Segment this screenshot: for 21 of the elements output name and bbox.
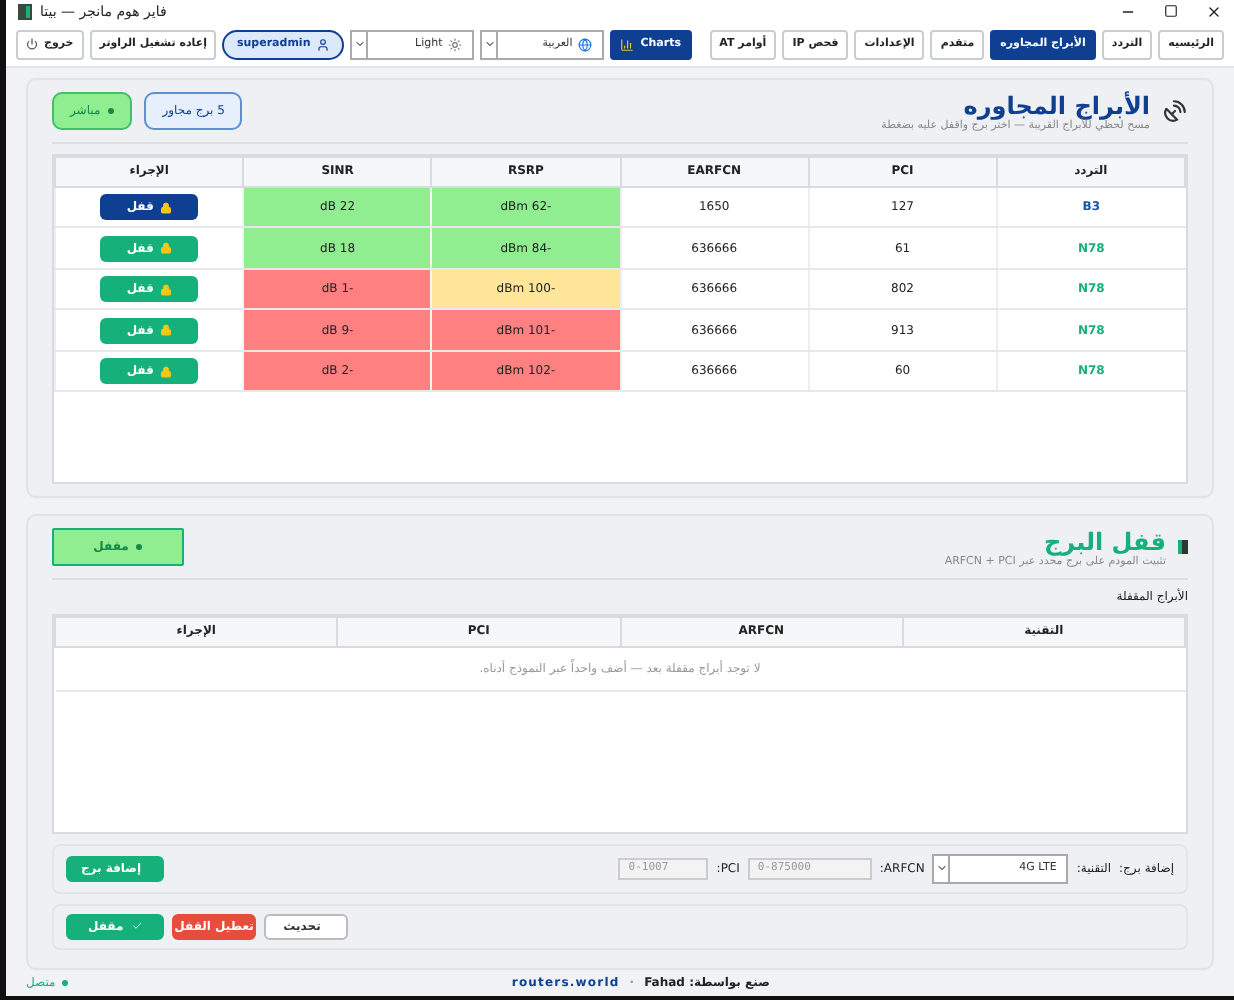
- globe-icon: [578, 37, 593, 52]
- user-icon: [316, 37, 331, 52]
- check-icon: [131, 920, 142, 933]
- caret-icon: [353, 38, 366, 51]
- panel-title: قفل البرج: [1041, 527, 1166, 556]
- lock-panel-icon: [1178, 540, 1188, 555]
- lock-icon: [159, 201, 172, 214]
- app-icon: [18, 3, 32, 20]
- lock-icon: [159, 242, 172, 255]
- lock-icon: [159, 365, 172, 378]
- chart-icon: [620, 37, 635, 52]
- lock-icon: [159, 283, 172, 296]
- caret-icon: [935, 862, 948, 875]
- lock-icon: [159, 324, 172, 337]
- panel-title: الأبراج المجاوره: [963, 91, 1150, 120]
- satellite-dish-icon: [1162, 98, 1188, 125]
- close-icon[interactable]: [1206, 3, 1222, 20]
- sun-icon: [448, 37, 463, 52]
- maximize-icon[interactable]: [1164, 3, 1178, 18]
- power-icon: [26, 38, 38, 51]
- caret-icon: [483, 38, 496, 51]
